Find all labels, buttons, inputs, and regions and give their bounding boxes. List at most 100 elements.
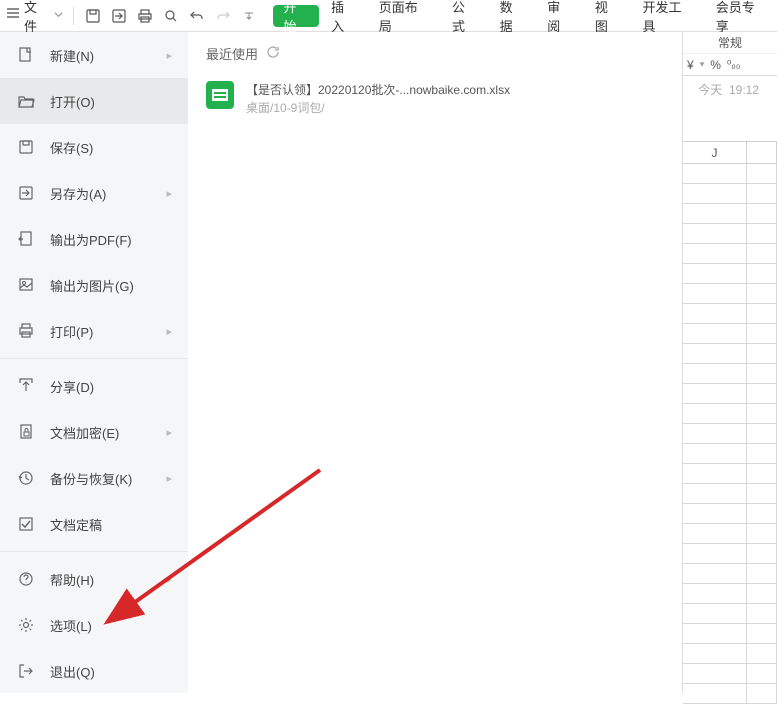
percent-format-icon[interactable]: % — [710, 58, 721, 72]
grid-cell[interactable] — [747, 444, 777, 464]
grid-cell[interactable] — [683, 424, 747, 444]
grid-cell[interactable] — [683, 164, 747, 184]
grid-cell[interactable] — [747, 644, 777, 664]
grid-cell[interactable] — [747, 424, 777, 444]
tab-start[interactable]: 开始 — [273, 5, 319, 27]
grid-cell[interactable] — [683, 524, 747, 544]
grid-cell[interactable] — [747, 664, 777, 684]
save-disk-icon — [16, 137, 36, 157]
tab-formula[interactable]: 公式 — [442, 0, 488, 31]
column-header-j[interactable]: J — [683, 142, 747, 164]
grid-cell[interactable] — [747, 224, 777, 244]
ribbon-tabs: 开始 插入 页面布局 公式 数据 审阅 视图 开发工具 会员专享 — [273, 0, 777, 31]
grid-cell[interactable] — [683, 284, 747, 304]
grid-cell[interactable] — [747, 304, 777, 324]
grid-cell[interactable] — [683, 544, 747, 564]
grid-cell[interactable] — [683, 384, 747, 404]
menu-save-as[interactable]: 另存为(A) ▸ — [0, 170, 188, 216]
tab-review[interactable]: 审阅 — [537, 0, 583, 31]
grid-cell[interactable] — [747, 684, 777, 704]
toolbar-more-icon[interactable] — [237, 4, 261, 28]
menu-save[interactable]: 保存(S) — [0, 124, 188, 170]
grid-cell[interactable] — [683, 304, 747, 324]
grid-cell[interactable] — [747, 544, 777, 564]
tab-data[interactable]: 数据 — [490, 0, 536, 31]
grid-row — [683, 444, 777, 464]
grid-cell[interactable] — [683, 604, 747, 624]
grid-cell[interactable] — [683, 664, 747, 684]
tab-layout[interactable]: 页面布局 — [369, 0, 440, 31]
menu-print[interactable]: 打印(P) ▸ — [0, 308, 188, 354]
grid-cell[interactable] — [683, 584, 747, 604]
grid-cell[interactable] — [683, 264, 747, 284]
grid-cell[interactable] — [747, 364, 777, 384]
menu-export-pdf[interactable]: 输出为PDF(F) — [0, 216, 188, 262]
grid-cell[interactable] — [683, 484, 747, 504]
grid-cell[interactable] — [747, 204, 777, 224]
column-header-next[interactable] — [747, 142, 777, 164]
preview-icon[interactable] — [159, 4, 183, 28]
print-icon[interactable] — [133, 4, 157, 28]
check-icon — [16, 514, 36, 534]
grid-cell[interactable] — [683, 444, 747, 464]
grid-cell[interactable] — [683, 684, 747, 704]
grid-cell[interactable] — [747, 404, 777, 424]
file-menu-button[interactable]: 文件 — [0, 0, 69, 31]
grid-cell[interactable] — [683, 184, 747, 204]
redo-icon[interactable] — [211, 4, 235, 28]
grid-row — [683, 464, 777, 484]
menu-open[interactable]: 打开(O) — [0, 78, 188, 124]
grid-cell[interactable] — [747, 344, 777, 364]
grid-cell[interactable] — [747, 284, 777, 304]
decimal-format-icon[interactable]: ⁰₀₀ — [727, 58, 741, 71]
menu-help[interactable]: 帮助(H) ▸ — [0, 556, 188, 602]
refresh-icon[interactable] — [266, 45, 280, 62]
grid-cell[interactable] — [747, 624, 777, 644]
grid-cell[interactable] — [683, 364, 747, 384]
save-as-icon[interactable] — [107, 4, 131, 28]
grid-cell[interactable] — [747, 564, 777, 584]
grid-cell[interactable] — [683, 644, 747, 664]
menu-options[interactable]: 选项(L) — [0, 602, 188, 648]
grid-cell[interactable] — [747, 524, 777, 544]
grid-cell[interactable] — [683, 464, 747, 484]
grid-cell[interactable] — [683, 204, 747, 224]
tab-view[interactable]: 视图 — [585, 0, 631, 31]
menu-new[interactable]: 新建(N) ▸ — [0, 32, 188, 78]
grid-cell[interactable] — [683, 224, 747, 244]
grid-cell[interactable] — [683, 324, 747, 344]
grid-cell[interactable] — [683, 564, 747, 584]
grid-cell[interactable] — [683, 344, 747, 364]
save-icon[interactable] — [81, 4, 105, 28]
grid-cell[interactable] — [747, 504, 777, 524]
menu-export-image[interactable]: 输出为图片(G) — [0, 262, 188, 308]
grid-cell[interactable] — [683, 244, 747, 264]
grid-cell[interactable] — [747, 464, 777, 484]
grid-cell[interactable] — [747, 324, 777, 344]
grid-row — [683, 284, 777, 304]
grid-cell[interactable] — [747, 184, 777, 204]
grid-cell[interactable] — [683, 624, 747, 644]
currency-format-icon[interactable]: ¥ — [687, 58, 694, 72]
grid-cell[interactable] — [747, 244, 777, 264]
grid-row — [683, 304, 777, 324]
grid-cell[interactable] — [683, 404, 747, 424]
grid-cell[interactable] — [747, 484, 777, 504]
grid-cell[interactable] — [747, 164, 777, 184]
menu-backup[interactable]: 备份与恢复(K) ▸ — [0, 455, 188, 501]
tab-dev[interactable]: 开发工具 — [632, 0, 703, 31]
grid-cell[interactable] — [747, 264, 777, 284]
menu-exit[interactable]: 退出(Q) — [0, 648, 188, 693]
grid-cell[interactable] — [683, 504, 747, 524]
tab-member[interactable]: 会员专享 — [706, 0, 777, 31]
grid-cell[interactable] — [747, 584, 777, 604]
undo-icon[interactable] — [185, 4, 209, 28]
menu-encrypt[interactable]: 文档加密(E) ▸ — [0, 409, 188, 455]
menu-share[interactable]: 分享(D) — [0, 363, 188, 409]
grid-cell[interactable] — [747, 384, 777, 404]
format-label: 常规 — [718, 34, 742, 51]
currency-dropdown-icon[interactable]: ▾ — [700, 59, 705, 70]
tab-insert[interactable]: 插入 — [321, 0, 367, 31]
menu-finalize[interactable]: 文档定稿 — [0, 501, 188, 547]
grid-cell[interactable] — [747, 604, 777, 624]
